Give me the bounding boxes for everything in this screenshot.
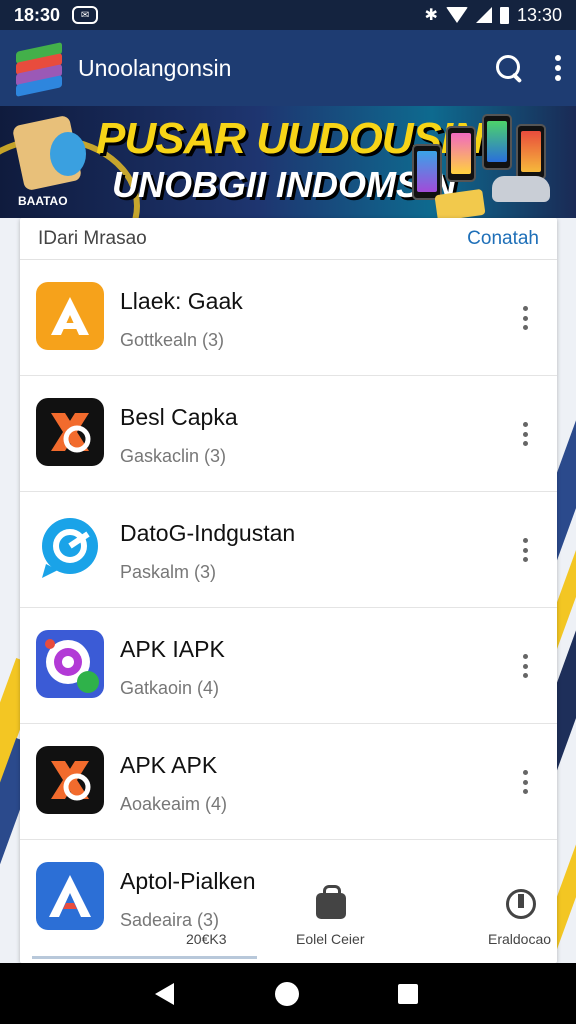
card-header: IDari Mrasao Conatah xyxy=(20,218,557,260)
signal-icon xyxy=(475,7,492,23)
nav-active-indicator xyxy=(32,956,257,959)
app-icon xyxy=(36,514,104,582)
recents-icon[interactable] xyxy=(398,984,418,1004)
app-subtitle: Gaskaclin (3) xyxy=(120,446,227,466)
shopping-bag-icon xyxy=(316,885,346,919)
app-subtitle: Paskalm (3) xyxy=(120,562,217,582)
battery-icon xyxy=(499,6,509,24)
nav-item-store[interactable]: Eolel Ceier xyxy=(270,873,390,963)
list-item[interactable]: APK IAPK Gatkaoin (4) xyxy=(20,608,557,724)
home-icon[interactable] xyxy=(275,982,299,1006)
nav-item-downloads[interactable]: Eraldocao xyxy=(440,873,557,963)
status-icons: ✱ 13:30 xyxy=(425,5,562,26)
list-item[interactable]: DatoG-Indgustan Paskalm (3) xyxy=(20,492,557,608)
list-item[interactable]: Besl Capka Gaskaclin (3) xyxy=(20,376,557,492)
app-icon xyxy=(36,746,104,814)
list-item[interactable]: APK APK Aoakeaim (4) xyxy=(20,724,557,840)
overflow-menu-icon[interactable] xyxy=(554,55,562,81)
list-item[interactable]: Llaek: Gaak Gottkealn (3) xyxy=(20,260,557,376)
app-icon xyxy=(36,630,104,698)
bottom-navigation: 20€K3 Eolel Ceier Eraldocao xyxy=(20,873,557,963)
nav-label: Eraldocao xyxy=(488,931,552,947)
search-icon[interactable] xyxy=(494,53,524,83)
app-bar: Unoolangonsin xyxy=(0,30,576,106)
app-name: Llaek: Gaak xyxy=(120,288,243,314)
app-subtitle: Gottkealn (3) xyxy=(120,330,225,350)
phone-image xyxy=(446,126,476,182)
nav-label: Eolel Ceier xyxy=(296,931,365,947)
row-more-icon[interactable] xyxy=(521,770,529,794)
nav-item-home[interactable]: 20€K3 xyxy=(160,873,270,963)
bluetooth-icon: ✱ xyxy=(424,7,438,24)
app-icon xyxy=(36,282,104,350)
app-title: Unoolangonsin xyxy=(78,54,232,81)
row-more-icon[interactable] xyxy=(521,306,529,330)
banner-corner-label: BAATAO xyxy=(18,194,68,208)
download-icon xyxy=(506,889,536,919)
app-subtitle: Gatkaoin (4) xyxy=(120,678,220,698)
row-more-icon[interactable] xyxy=(521,654,529,678)
status-time-right: 13:30 xyxy=(516,4,562,25)
banner-subheadline: UNOBGII INDOMSIN xyxy=(112,164,457,205)
card-action-link[interactable]: Conatah xyxy=(467,228,539,250)
wifi-icon xyxy=(445,7,468,23)
row-more-icon[interactable] xyxy=(521,538,529,562)
system-navigation-bar xyxy=(0,963,576,1024)
app-name: DatoG-Indgustan xyxy=(120,520,296,546)
app-name: APK APK xyxy=(120,752,218,778)
phone-image xyxy=(412,144,442,200)
promo-banner[interactable]: BAATAO PUSAR UUDOUSIN UNOBGII INDOMSIN xyxy=(0,106,576,218)
car-image xyxy=(492,176,550,202)
status-time: 18:30 xyxy=(14,4,61,25)
apps-card: IDari Mrasao Conatah Llaek: Gaak Gottkea… xyxy=(20,218,557,963)
app-logo-icon xyxy=(14,42,64,97)
nav-label: 20€K3 xyxy=(186,931,227,947)
phone-image xyxy=(516,124,546,180)
app-name: APK IAPK xyxy=(120,636,225,662)
card-title: IDari Mrasao xyxy=(38,227,147,249)
row-more-icon[interactable] xyxy=(521,422,529,446)
notification-icon: ✉ xyxy=(72,6,99,24)
status-bar: 18:30 ✉ ✱ 13:30 xyxy=(0,0,576,30)
back-icon[interactable] xyxy=(155,983,174,1005)
phone-image xyxy=(482,114,512,170)
app-name: Besl Capka xyxy=(120,404,238,430)
app-subtitle: Aoakeaim (4) xyxy=(120,794,228,814)
app-bar-actions xyxy=(494,53,562,83)
app-icon xyxy=(36,398,104,466)
